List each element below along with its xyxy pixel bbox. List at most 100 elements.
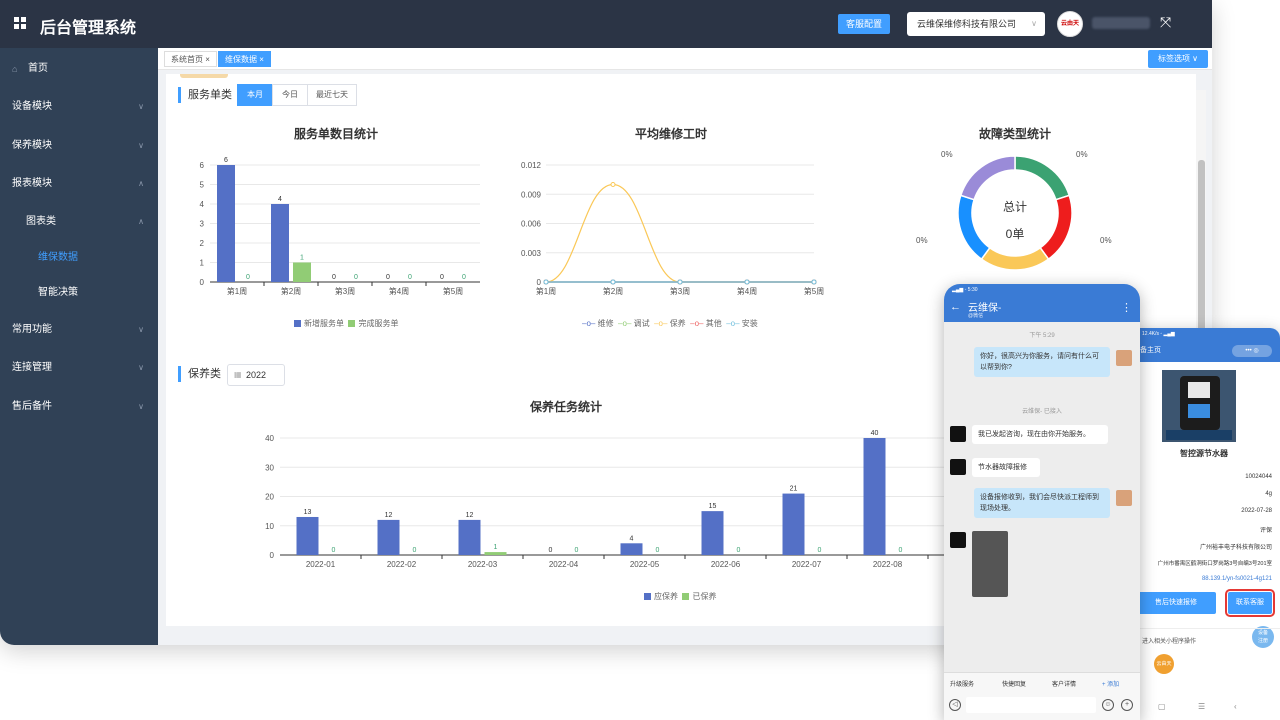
sidebar-item-reports[interactable]: 报表模块 ∧	[0, 167, 158, 201]
sidebar-item-connections[interactable]: 连接管理 ∨	[0, 351, 158, 385]
sidebar-item-label: 智能决策	[38, 287, 78, 298]
x-tick-label: 第3周	[335, 286, 355, 296]
fullscreen-icon[interactable]: ⤧	[1160, 14, 1171, 31]
user-avatar	[950, 426, 966, 442]
chat-message: 设备报修收到，我们会尽快派工程师到现场处理。	[974, 488, 1110, 518]
mini-program-logo[interactable]: 云由天	[1154, 654, 1174, 674]
data-label: 12	[385, 512, 393, 519]
mini-program-menu-icon[interactable]: ••• ◎	[1232, 345, 1272, 357]
donut-slice	[959, 155, 1016, 201]
sidebar-item-maint-data[interactable]: 维保数据	[0, 241, 158, 275]
sidebar-item-home[interactable]: ⌂ 首页	[0, 52, 158, 86]
data-label: 21	[790, 486, 798, 493]
point-安装	[744, 279, 750, 285]
sidebar-item-label: 连接管理	[12, 362, 52, 373]
x-tick-label: 第5周	[804, 286, 824, 296]
y-tick-label: 0.006	[521, 220, 542, 229]
sidebar-item-label: 图表类	[26, 216, 56, 227]
data-label: 0	[332, 547, 336, 554]
point-安装	[543, 279, 549, 285]
username-blurred[interactable]	[1092, 17, 1150, 29]
contact-service-button[interactable]: 联系客服	[1225, 589, 1275, 617]
sidebar-item-label: 维保数据	[38, 252, 78, 263]
voice-icon[interactable]: ◁	[949, 699, 961, 711]
legend-swatch	[682, 593, 690, 601]
donut-center-title: 总计	[1003, 200, 1027, 214]
quick-action-customer[interactable]: 客户详情	[1052, 679, 1076, 688]
point-安装	[677, 279, 683, 285]
back-arrow-icon[interactable]: ←	[950, 301, 961, 313]
y-tick-label: 6	[200, 161, 205, 170]
bar-应保养	[620, 543, 643, 555]
donut-pct-label: 0%	[941, 150, 953, 159]
line-保养	[545, 183, 814, 283]
sidebar-item-spare-parts[interactable]: 售后备件 ∨	[0, 390, 158, 424]
legend-swatch	[348, 320, 356, 328]
phone-chat: ▂▄▆ ◦ 5:30 ← 云维保- @微信 ⋮ 下午 5:29 你好，很高兴为你…	[944, 284, 1140, 720]
bar-应保养	[377, 519, 400, 555]
field-value: 评保	[1259, 528, 1272, 534]
quick-repair-button[interactable]: 售后快速报修	[1136, 592, 1216, 614]
emoji-icon[interactable]: ☺	[1102, 699, 1114, 711]
data-label: 0	[549, 547, 553, 554]
y-tick-label: 1	[200, 259, 205, 268]
nav-home-icon[interactable]: ▢	[1158, 702, 1166, 711]
nav-back-icon[interactable]: ‹	[1234, 702, 1237, 711]
data-label: 0	[737, 547, 741, 554]
device-page-title: 备主页	[1140, 347, 1161, 354]
legend-swatch	[644, 593, 651, 601]
chevron-down-icon: ∨	[138, 141, 144, 150]
data-label: 6	[224, 157, 228, 164]
x-tick-label: 第2周	[281, 286, 301, 296]
chat-input[interactable]	[966, 697, 1096, 713]
field-value[interactable]: 88.139.1/yn-fs0021-4g121	[1138, 576, 1272, 582]
chart-title-fault-types: 故障类型统计	[978, 127, 1051, 141]
legend-line-icon: –o–	[654, 319, 668, 328]
x-tick-label: 2022-06	[711, 560, 741, 569]
sidebar-item-smart-decision[interactable]: 智能决策	[0, 276, 158, 310]
sidebar-item-label: 报表模块	[12, 178, 52, 189]
y-tick-label: 5	[200, 181, 205, 190]
x-tick-label: 2022-05	[630, 560, 660, 569]
data-label: 1	[300, 255, 304, 262]
app-title: 后台管理系统	[40, 20, 137, 37]
apps-grid-icon[interactable]	[14, 17, 26, 29]
nav-menu-icon[interactable]: ☰	[1198, 702, 1205, 711]
sidebar-item-common[interactable]: 常用功能 ∨	[0, 313, 158, 347]
x-tick-label: 第5周	[443, 286, 463, 296]
chat-header: ← 云维保- @微信 ⋮	[944, 296, 1140, 322]
company-select[interactable]: 云维保维修科技有限公司 ∨	[907, 12, 1045, 36]
legend-label: 调试	[633, 319, 650, 328]
x-tick-label: 2022-02	[387, 560, 417, 569]
donut-slice	[1014, 155, 1071, 201]
sidebar-item-charts[interactable]: 图表类 ∧	[0, 205, 158, 239]
legend-line-icon: –o–	[582, 319, 596, 328]
chat-message: 节水器故障报修	[972, 458, 1040, 477]
plus-icon[interactable]: +	[1121, 699, 1133, 711]
bar-已保养	[484, 552, 507, 555]
chart-title-maintenance-tasks: 保养任务统计	[529, 400, 602, 414]
avatar[interactable]: 云由天	[1057, 11, 1083, 37]
data-label: 13	[304, 509, 312, 516]
x-tick-label: 2022-04	[549, 560, 579, 569]
chart-title-service-count: 服务单数目统计	[293, 127, 378, 141]
data-label: 0	[462, 274, 466, 281]
cs-config-button[interactable]: 客服配置	[838, 14, 890, 34]
divider	[1128, 628, 1280, 629]
more-icon[interactable]: ⋮	[1121, 301, 1132, 314]
quick-action-reply[interactable]: 快捷回复	[1002, 679, 1026, 688]
donut-slice	[957, 194, 991, 261]
sidebar-item-device[interactable]: 设备模块 ∨	[0, 90, 158, 124]
product-name: 智控源节水器	[1180, 449, 1228, 458]
field-value: 10024044	[1245, 474, 1272, 480]
quick-action-add[interactable]: + 添加	[1102, 679, 1119, 688]
device-register-button[interactable]: 设备 注册	[1252, 626, 1274, 648]
quick-action-upgrade[interactable]: 升级服务	[950, 679, 974, 688]
legend-line-icon: –o–	[690, 319, 704, 328]
legend-label: 完成服务单	[358, 319, 399, 328]
point-安装	[610, 279, 616, 285]
sidebar-item-maintenance[interactable]: 保养模块 ∨	[0, 129, 158, 163]
point-保养	[610, 182, 616, 187]
chat-photo[interactable]	[972, 531, 1008, 597]
legend-label: 新增服务单	[304, 319, 344, 328]
